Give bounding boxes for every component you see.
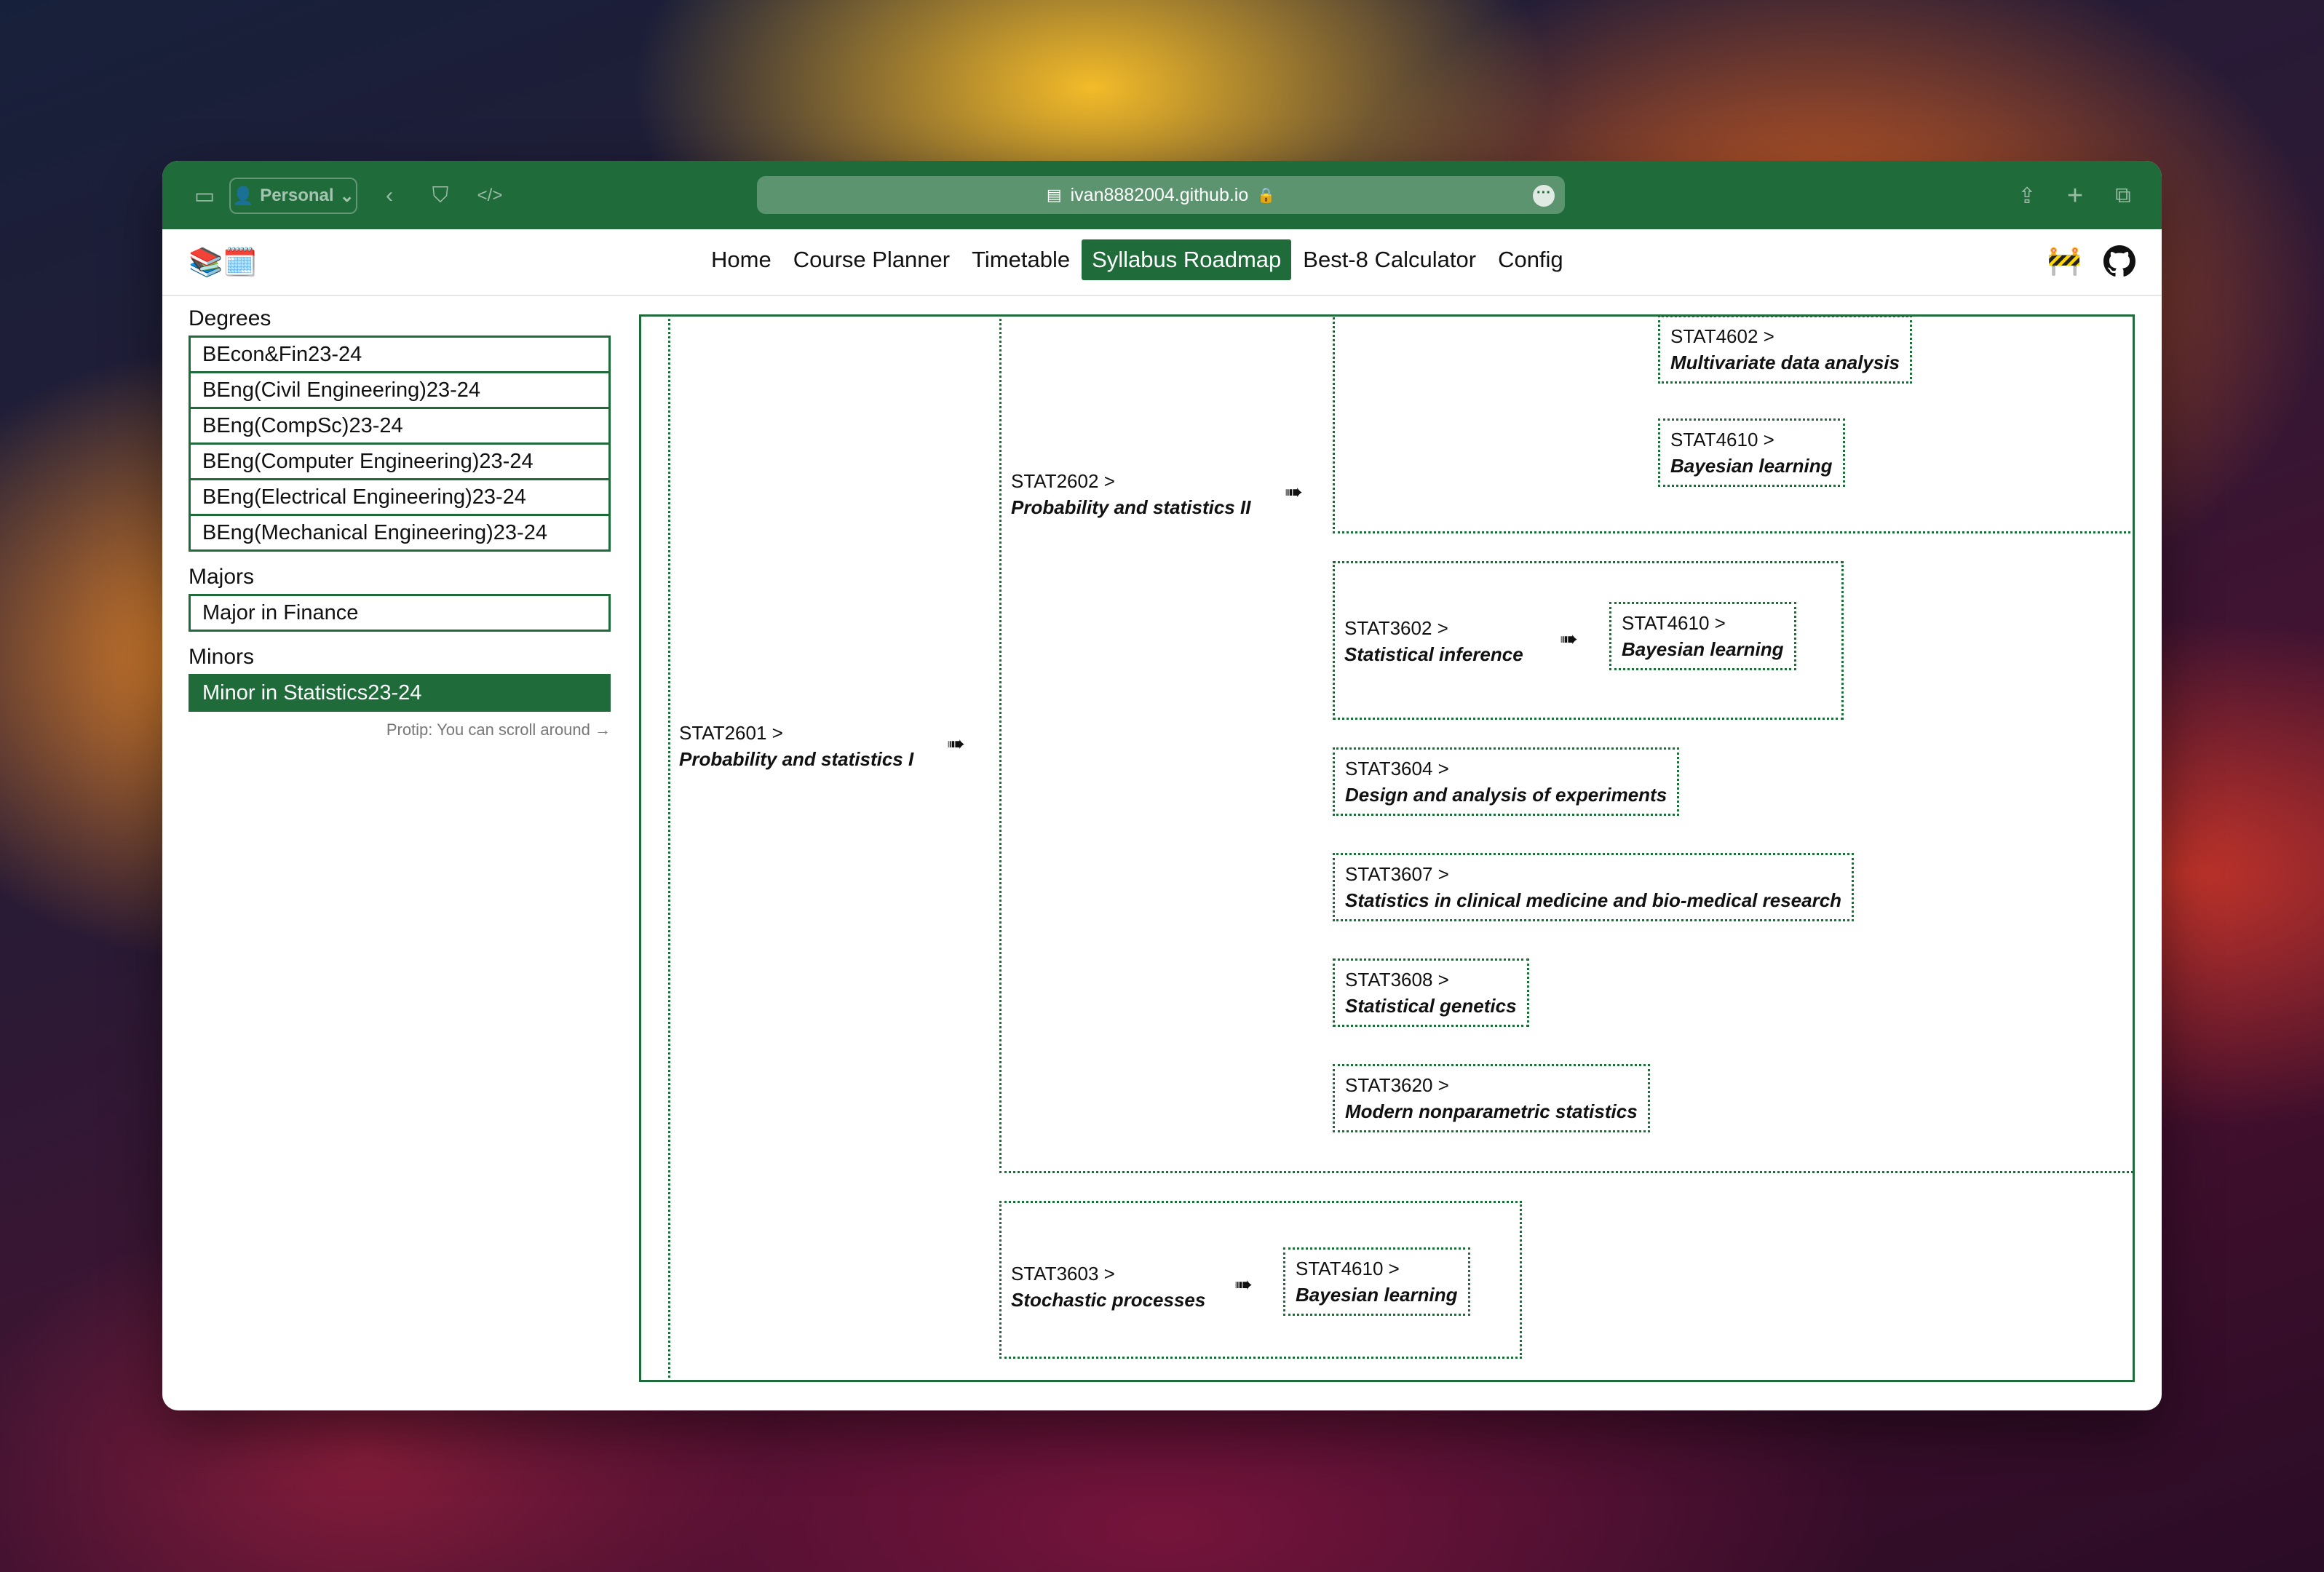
degree-option[interactable]: BEng(Computer Engineering)23-24 [189, 442, 611, 480]
site-favicon-icon: ▤ [1046, 186, 1062, 204]
nav-timetable[interactable]: Timetable [961, 239, 1080, 280]
person-icon: 👤 [232, 186, 255, 206]
url-text: ivan8882004.github.io [1070, 184, 1249, 205]
course-node-stat2601[interactable]: STAT2601 > Probability and statistics I [679, 720, 913, 772]
site-logo[interactable]: 📚🗓️ [189, 247, 258, 279]
nav-right: 🚧 [2047, 245, 2135, 277]
tabs-overview-icon[interactable]: ⧉ [2107, 180, 2139, 212]
major-option[interactable]: Major in Finance [189, 594, 611, 632]
profile-label: Personal [260, 186, 334, 205]
github-icon[interactable] [2103, 245, 2135, 277]
minor-option-selected[interactable]: Minor in Statistics23-24 [189, 674, 611, 712]
course-node-stat3602[interactable]: STAT3602 > Statistical inference [1344, 615, 1523, 667]
nav-best8-calculator[interactable]: Best-8 Calculator [1293, 239, 1486, 280]
syllabus-roadmap[interactable]: STAT2601 > Probability and statistics I … [639, 314, 2135, 1382]
minors-title: Minors [189, 645, 255, 669]
nav-links: Home Course Planner Timetable Syllabus R… [701, 239, 1574, 280]
degree-option[interactable]: BEng(Electrical Engineering)23-24 [189, 478, 611, 516]
nav-course-planner[interactable]: Course Planner [783, 239, 960, 280]
nav-syllabus-roadmap[interactable]: Syllabus Roadmap [1082, 239, 1292, 280]
site-navbar: 📚🗓️ Home Course Planner Timetable Syllab… [162, 229, 2162, 296]
majors-title: Majors [189, 565, 255, 589]
degrees-title: Degrees [189, 306, 271, 330]
browser-window: ▭ 👤 Personal ⌄ ‹ ⛉ </> ▤ ivan8882004.git… [162, 161, 2162, 1410]
course-node-stat2602[interactable]: STAT2602 > Probability and statistics II [1011, 468, 1250, 520]
profile-button[interactable]: 👤 Personal ⌄ [229, 178, 357, 214]
course-box-stat3608[interactable]: STAT3608 > Statistical genetics [1333, 958, 1529, 1027]
sidebar-toggle-icon[interactable]: ▭ [189, 180, 221, 212]
back-icon[interactable]: ‹ [373, 180, 405, 212]
sidebar: Degrees BEcon&Fin23-24 BEng(Civil Engine… [189, 306, 611, 739]
nav-home[interactable]: Home [701, 239, 782, 280]
nav-config[interactable]: Config [1488, 239, 1574, 280]
lock-icon: 🔒 [1257, 187, 1276, 204]
degree-option[interactable]: BEcon&Fin23-24 [189, 336, 611, 373]
shield-icon[interactable]: ⛉ [424, 180, 456, 212]
code-icon[interactable]: </> [474, 180, 506, 212]
chevron-down-icon: ⌄ [339, 186, 354, 206]
construction-icon[interactable]: 🚧 [2047, 245, 2082, 277]
course-box-stat3620[interactable]: STAT3620 > Modern nonparametric statisti… [1333, 1064, 1650, 1132]
degree-option[interactable]: BEng(CompSc)23-24 [189, 407, 611, 445]
url-bar[interactable]: ▤ ivan8882004.github.io 🔒 ··· [757, 176, 1565, 214]
degree-option[interactable]: BEng(Civil Engineering)23-24 [189, 371, 611, 409]
browser-toolbar: ▭ 👤 Personal ⌄ ‹ ⛉ </> ▤ ivan8882004.git… [162, 161, 2162, 229]
arrow-icon: ➠ [1560, 627, 1579, 651]
arrow-icon: ➠ [1285, 480, 1304, 504]
course-box-stat3607[interactable]: STAT3607 > Statistics in clinical medici… [1333, 853, 1855, 921]
course-node-stat3603[interactable]: STAT3603 > Stochastic processes [1011, 1261, 1205, 1313]
course-box-stat4610[interactable]: STAT4610 > Bayesian learning [1283, 1247, 1470, 1316]
new-tab-icon[interactable]: + [2059, 180, 2091, 212]
course-box-stat3604[interactable]: STAT3604 > Design and analysis of experi… [1333, 747, 1680, 816]
arrow-icon: ➠ [947, 732, 966, 756]
more-options-icon[interactable]: ··· [1533, 185, 1555, 207]
course-box-stat4610[interactable]: STAT4610 > Bayesian learning [1658, 418, 1845, 487]
course-box-stat4602[interactable]: STAT4602 > Multivariate data analysis [1658, 317, 1913, 384]
course-box-stat4610[interactable]: STAT4610 > Bayesian learning [1609, 602, 1796, 670]
degree-option[interactable]: BEng(Mechanical Engineering)23-24 [189, 514, 611, 552]
protip-text: Protip: You can scroll around → [386, 720, 611, 739]
share-icon[interactable]: ⇪ [2011, 180, 2043, 212]
arrow-icon: ➠ [1234, 1273, 1253, 1297]
